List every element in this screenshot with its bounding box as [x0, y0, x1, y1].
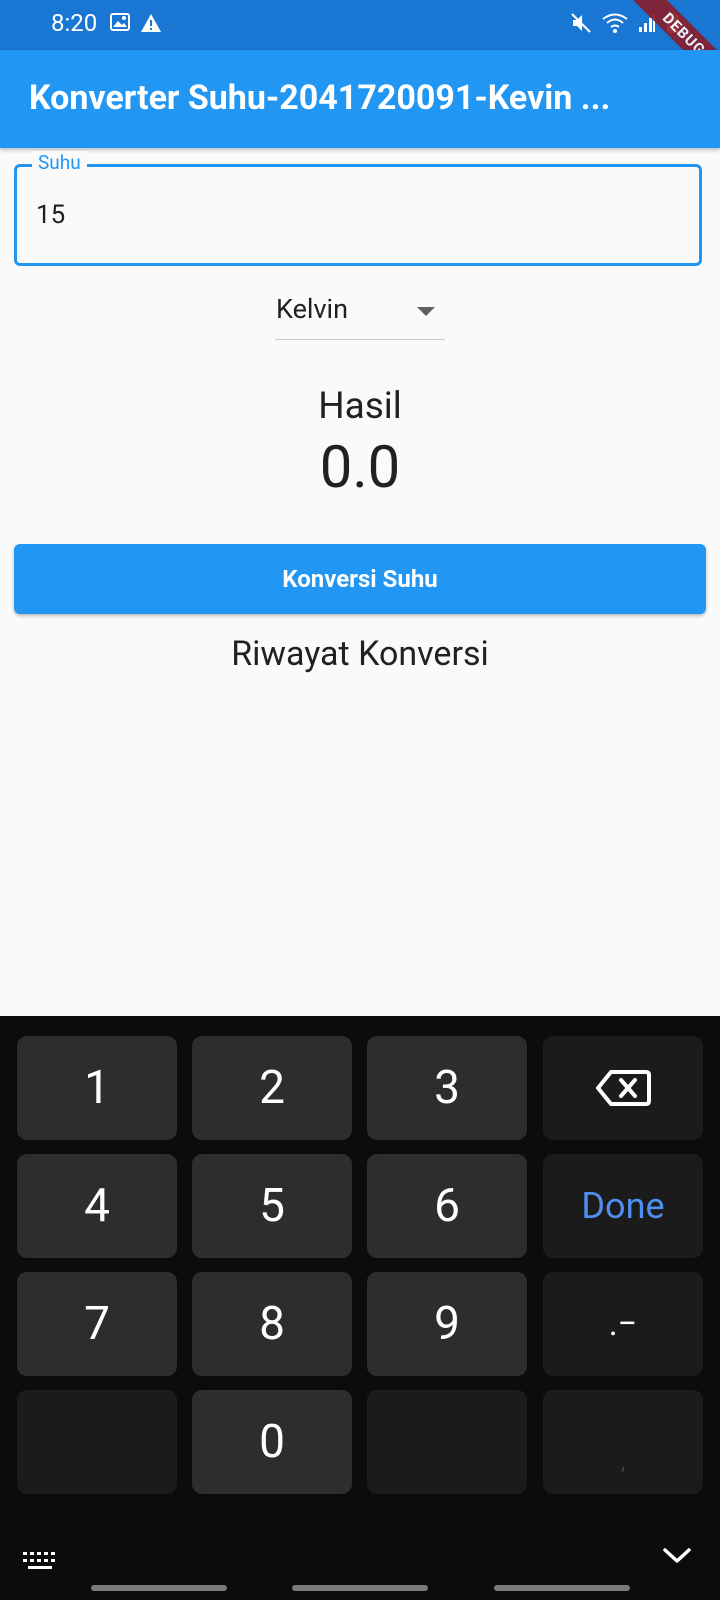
status-bar: 8:20 DEBUG: [0, 0, 720, 100]
app-title: Konverter Suhu-2041720091-Kevin ...: [29, 78, 611, 118]
history-title: Riwayat Konversi: [231, 634, 489, 674]
key-1[interactable]: 1: [17, 1036, 177, 1140]
image-icon: [110, 13, 130, 37]
key-9[interactable]: 9: [367, 1272, 527, 1376]
keyboard-switch-icon[interactable]: [22, 1550, 58, 1576]
wifi-icon: [602, 13, 628, 37]
nav-bar-handle: [292, 1585, 428, 1591]
key-4[interactable]: 4: [17, 1154, 177, 1258]
temperature-input[interactable]: Suhu 15: [14, 151, 702, 266]
key-blank[interactable]: [17, 1390, 177, 1494]
key-5[interactable]: 5: [192, 1154, 352, 1258]
key-[interactable]: ,: [543, 1390, 703, 1494]
app-bar: Konverter Suhu-2041720091-Kevin ...: [0, 50, 720, 148]
status-time: 8:20: [51, 9, 98, 37]
key-[interactable]: .−: [543, 1272, 703, 1376]
convert-button[interactable]: Konversi Suhu: [14, 544, 706, 614]
key-2[interactable]: 2: [192, 1036, 352, 1140]
key-6[interactable]: 6: [367, 1154, 527, 1258]
result-label: Hasil: [318, 385, 402, 428]
mute-icon: [570, 12, 592, 38]
backspace-key[interactable]: [543, 1036, 703, 1140]
key-3[interactable]: 3: [367, 1036, 527, 1140]
unit-dropdown-value: Kelvin: [276, 293, 349, 325]
key-8[interactable]: 8: [192, 1272, 352, 1376]
dropdown-arrow-icon: [417, 307, 435, 316]
temperature-input-label: Suhu: [32, 151, 87, 174]
backspace-icon: [596, 1070, 651, 1106]
unit-dropdown[interactable]: Kelvin: [275, 289, 445, 340]
key-blank[interactable]: [367, 1390, 527, 1494]
key-7[interactable]: 7: [17, 1272, 177, 1376]
hide-keyboard-chevron-icon[interactable]: [662, 1546, 692, 1570]
key-done[interactable]: Done: [543, 1154, 703, 1258]
nav-bar-handle: [494, 1585, 630, 1591]
nav-bar-handle: [91, 1585, 227, 1591]
warning-icon: [140, 13, 162, 37]
temperature-input-value[interactable]: 15: [36, 200, 65, 230]
result-value: 0.0: [319, 434, 401, 502]
convert-button-label: Konversi Suhu: [282, 565, 438, 593]
numeric-keyboard: 1 2 3 4 5 6 Done 7 8 9 .− 0,: [0, 1016, 720, 1600]
key-0[interactable]: 0: [192, 1390, 352, 1494]
